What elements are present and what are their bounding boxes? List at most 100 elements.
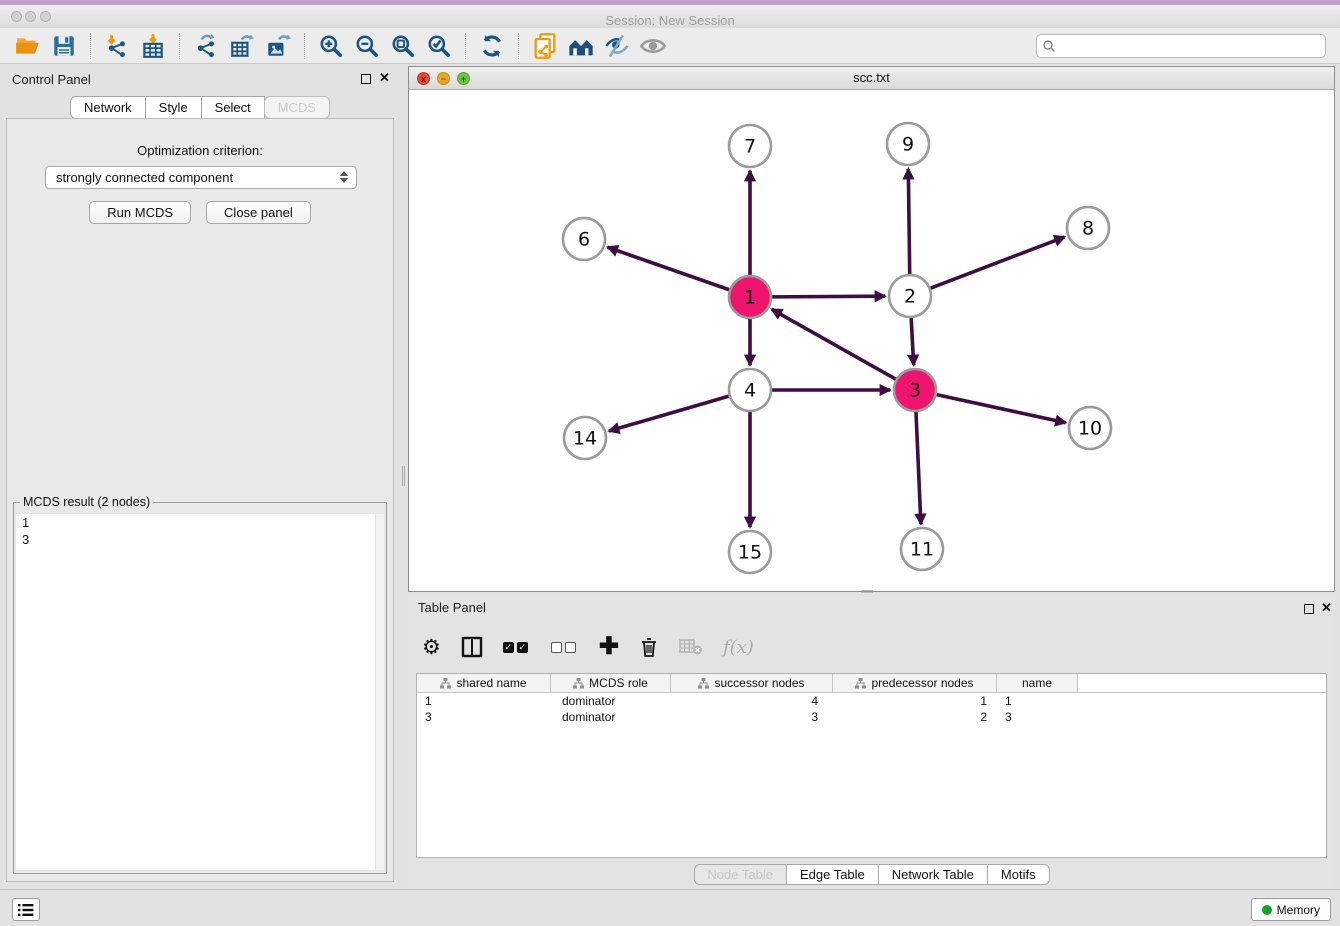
graph-node-9[interactable]: 9 (887, 123, 929, 165)
edge-3-1[interactable] (772, 309, 896, 379)
import-network-icon[interactable] (102, 31, 132, 61)
select-all-icon[interactable]: ✓✓ (503, 642, 531, 653)
result-line: 3 (16, 531, 384, 548)
save-session-icon[interactable] (49, 31, 79, 61)
edge-2-9[interactable] (908, 169, 909, 274)
svg-text:1: 1 (744, 287, 756, 309)
panel-splitter[interactable] (400, 64, 408, 889)
column-header-shared-name[interactable]: shared name (417, 674, 551, 692)
table-panel: Table Panel ✕ ⚙ ✓✓ ✚ f(x) shared name (408, 595, 1335, 888)
close-panel-button[interactable]: Close panel (206, 201, 311, 224)
edge-4-14[interactable] (609, 396, 729, 431)
column-header-mcds-role[interactable]: MCDS role (551, 674, 671, 692)
search-input[interactable] (1036, 34, 1326, 58)
graph-node-14[interactable]: 14 (564, 417, 606, 459)
svg-text:15: 15 (738, 542, 762, 564)
edge-2-8[interactable] (931, 237, 1065, 288)
graph-node-11[interactable]: 11 (901, 528, 943, 570)
tab-motifs[interactable]: Motifs (987, 864, 1050, 885)
edge-1-2[interactable] (772, 296, 885, 297)
criterion-select[interactable]: strongly connected component (45, 166, 357, 189)
graph-node-3[interactable]: 3 (894, 369, 936, 411)
run-mcds-button[interactable]: Run MCDS (89, 201, 191, 224)
criterion-value: strongly connected component (56, 170, 233, 185)
table-panel-tabs: Node Table Edge Table Network Table Moti… (693, 864, 1049, 885)
delete-table-icon-disabled (679, 638, 703, 656)
graph-node-2[interactable]: 2 (889, 275, 931, 317)
cell-name: 3 (997, 710, 1078, 724)
memory-label: Memory (1277, 903, 1320, 917)
node-table-header: shared name MCDS role successor nodes pr… (417, 674, 1326, 693)
task-history-button[interactable] (12, 898, 40, 921)
graph-node-10[interactable]: 10 (1069, 407, 1111, 449)
tab-style[interactable]: Style (145, 96, 202, 119)
export-image-icon[interactable] (263, 31, 293, 61)
task-list-icon (18, 903, 34, 917)
edge-1-6[interactable] (608, 247, 730, 289)
clone-network-icon[interactable] (530, 31, 560, 61)
column-header-name[interactable]: name (997, 674, 1078, 692)
svg-text:8: 8 (1082, 218, 1094, 240)
tree-icon (698, 678, 709, 689)
hide-graphics-details-icon[interactable] (602, 31, 632, 61)
tab-network-table[interactable]: Network Table (878, 864, 988, 885)
tree-icon (440, 678, 451, 689)
result-scrollbar[interactable] (375, 514, 384, 870)
svg-text:11: 11 (910, 539, 934, 561)
export-network-icon[interactable] (191, 31, 221, 61)
nested-networks-icon[interactable] (566, 31, 596, 61)
header-filler (1078, 674, 1326, 692)
export-table-icon[interactable] (227, 31, 257, 61)
zoom-fit-icon[interactable] (388, 31, 418, 61)
deselect-all-icon[interactable] (551, 642, 579, 653)
edge-3-11[interactable] (916, 412, 921, 524)
graph-node-7[interactable]: 7 (729, 125, 771, 167)
svg-text:14: 14 (573, 428, 597, 450)
graph-node-8[interactable]: 8 (1067, 207, 1109, 249)
graph-node-4[interactable]: 4 (729, 369, 771, 411)
close-table-panel-icon[interactable]: ✕ (1321, 600, 1332, 616)
refresh-icon[interactable] (477, 31, 507, 61)
close-panel-icon[interactable]: ✕ (379, 70, 390, 86)
select-stepper-icon (340, 171, 348, 183)
mcds-result-textarea[interactable]: 1 3 (16, 514, 384, 870)
tab-mcds[interactable]: MCDS (264, 96, 330, 119)
cell-name: 1 (997, 694, 1078, 708)
network-canvas[interactable]: 1 2 3 4 6 7 8 9 10 11 14 15 (409, 90, 1334, 591)
graph-node-6[interactable]: 6 (563, 218, 605, 260)
table-settings-gear-icon[interactable]: ⚙ (422, 637, 441, 658)
zoom-selected-icon[interactable] (424, 31, 454, 61)
edge-3-10[interactable] (936, 395, 1065, 423)
table-row[interactable]: 1 dominator 4 1 1 (417, 693, 1326, 709)
float-panel-icon[interactable] (361, 74, 371, 84)
column-header-predecessor-nodes[interactable]: predecessor nodes (833, 674, 997, 692)
show-columns-icon[interactable] (461, 636, 483, 658)
add-column-icon[interactable]: ✚ (599, 635, 619, 659)
import-table-icon[interactable] (138, 31, 168, 61)
zoom-out-icon[interactable] (352, 31, 382, 61)
node-table: shared name MCDS role successor nodes pr… (416, 673, 1327, 858)
delete-column-icon[interactable] (639, 636, 659, 658)
memory-button[interactable]: Memory (1251, 898, 1331, 921)
float-table-panel-icon[interactable] (1304, 604, 1314, 614)
tab-select[interactable]: Select (201, 96, 265, 119)
tab-node-table[interactable]: Node Table (693, 864, 787, 885)
mcds-buttons: Run MCDS Close panel (7, 201, 393, 224)
tab-network[interactable]: Network (70, 96, 146, 119)
network-resize-grip[interactable] (861, 590, 873, 593)
cell-shared-name: 3 (417, 710, 551, 724)
tree-icon (855, 678, 866, 689)
table-row[interactable]: 3 dominator 3 2 3 (417, 709, 1326, 725)
mcds-result-title: MCDS result (2 nodes) (20, 495, 153, 509)
column-header-successor-nodes[interactable]: successor nodes (671, 674, 833, 692)
edge-2-3[interactable] (911, 318, 914, 365)
graph-node-1[interactable]: 1 (729, 276, 771, 318)
svg-text:10: 10 (1078, 418, 1102, 440)
open-session-icon[interactable] (13, 31, 43, 61)
table-panel-title: Table Panel (418, 600, 486, 615)
graph-node-15[interactable]: 15 (729, 531, 771, 573)
show-graphics-details-icon[interactable] (638, 31, 668, 61)
tab-edge-table[interactable]: Edge Table (786, 864, 879, 885)
function-builder-icon-disabled: f(x) (723, 637, 754, 658)
zoom-in-icon[interactable] (316, 31, 346, 61)
